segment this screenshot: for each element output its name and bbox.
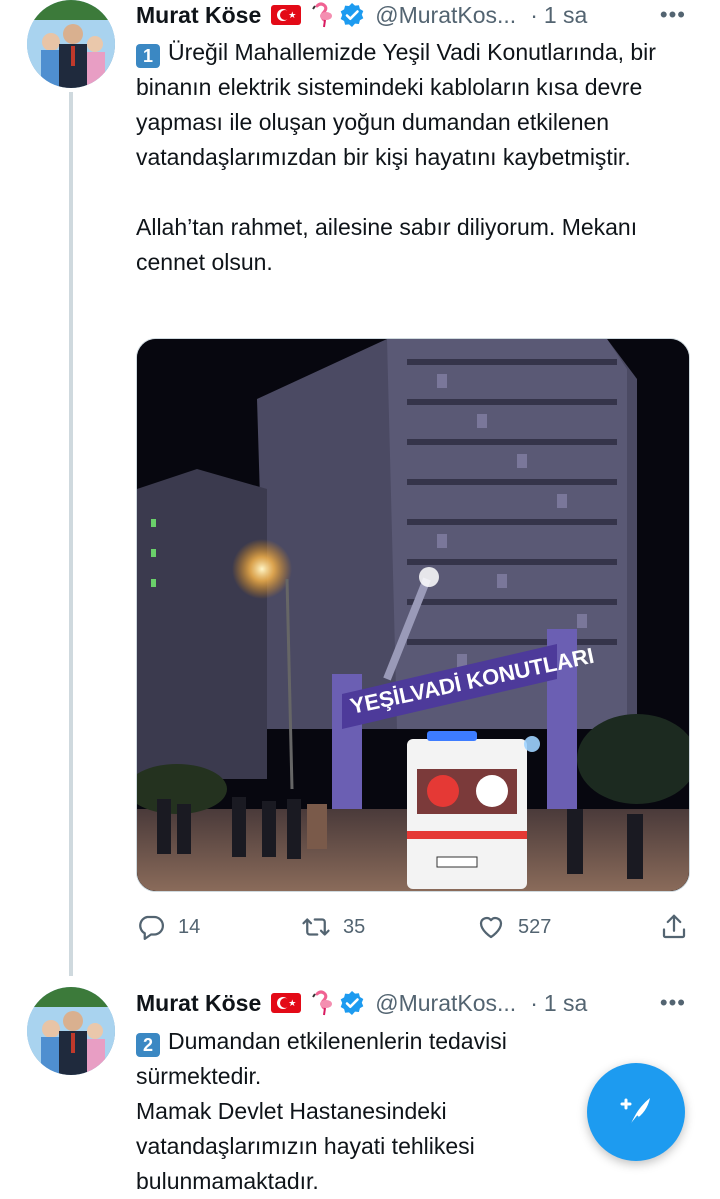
line-5: bulunmamaktadır. — [136, 1168, 319, 1194]
paragraph-2: Allah’tan rahmet, ailesine sabır diliyor… — [136, 214, 638, 275]
avatar[interactable] — [27, 987, 115, 1075]
timestamp[interactable]: 1 sa — [544, 2, 587, 29]
compose-tweet-button[interactable] — [587, 1063, 685, 1161]
tweet-image[interactable]: YEŞİLVADİ KONUTLARI — [136, 338, 690, 892]
line-1-text: Dumandan etkilenenlerin tedavisi — [168, 1028, 507, 1054]
author-name[interactable]: Murat Köse — [136, 990, 261, 1017]
share-icon — [662, 914, 686, 939]
reply-count: 14 — [178, 915, 201, 938]
verified-badge-icon — [340, 3, 364, 27]
author-handle[interactable]: @MuratKos... — [375, 2, 516, 29]
tweet-actions: 14 35 527 — [136, 912, 696, 952]
paragraph-1: 1 Üreğil Mahallemizde Yeşil Vadi Konutlar… — [136, 35, 696, 175]
tweet-text: 1 Üreğil Mahallemizde Yeşil Vadi Konutlar… — [136, 35, 696, 280]
reply-button[interactable]: 14 — [136, 912, 200, 942]
author-handle[interactable]: @MuratKos... — [375, 990, 516, 1017]
paragraph-1-text: Üreğil Mahallemizde Yeşil Vadi Konutları… — [136, 39, 656, 170]
like-button[interactable]: 527 — [476, 912, 551, 942]
keycap-2-badge: 2 — [136, 1033, 160, 1057]
share-button[interactable] — [659, 912, 689, 942]
separator-dot: · — [530, 989, 538, 1016]
more-icon[interactable]: ••• — [660, 990, 686, 1016]
avatar-photo — [27, 987, 115, 1075]
avatar[interactable] — [27, 0, 115, 88]
compose-tweet-icon — [620, 1098, 650, 1127]
night-building-photo: YEŞİLVADİ KONUTLARI — [137, 339, 689, 891]
tweet-header: Murat Köse ★ @MuratKos... · 1 sa — [136, 988, 587, 1018]
avatar-photo — [27, 0, 115, 88]
turkey-flag-icon: ★ — [271, 993, 302, 1013]
heart-icon — [479, 916, 503, 939]
keycap-1-badge: 1 — [136, 44, 160, 68]
retweet-count: 35 — [343, 915, 366, 938]
flamingo-icon — [312, 990, 333, 1016]
tweet-header: Murat Köse ★ @MuratKos... · 1 sa — [136, 0, 587, 30]
thread-line — [69, 92, 73, 976]
turkey-flag-icon: ★ — [271, 5, 302, 25]
retweet-icon — [302, 918, 330, 936]
more-icon[interactable]: ••• — [660, 2, 686, 28]
author-name[interactable]: Murat Köse — [136, 2, 261, 29]
separator-dot: · — [530, 1, 538, 28]
flamingo-icon — [312, 2, 333, 28]
verified-badge-icon — [340, 991, 364, 1015]
timestamp[interactable]: 1 sa — [544, 990, 587, 1017]
reply-icon — [139, 915, 164, 940]
retweet-button[interactable]: 35 — [301, 912, 365, 942]
line-1: 2 Dumandan etkilenenlerin tedavisi — [136, 1024, 696, 1059]
like-count: 527 — [518, 915, 552, 938]
